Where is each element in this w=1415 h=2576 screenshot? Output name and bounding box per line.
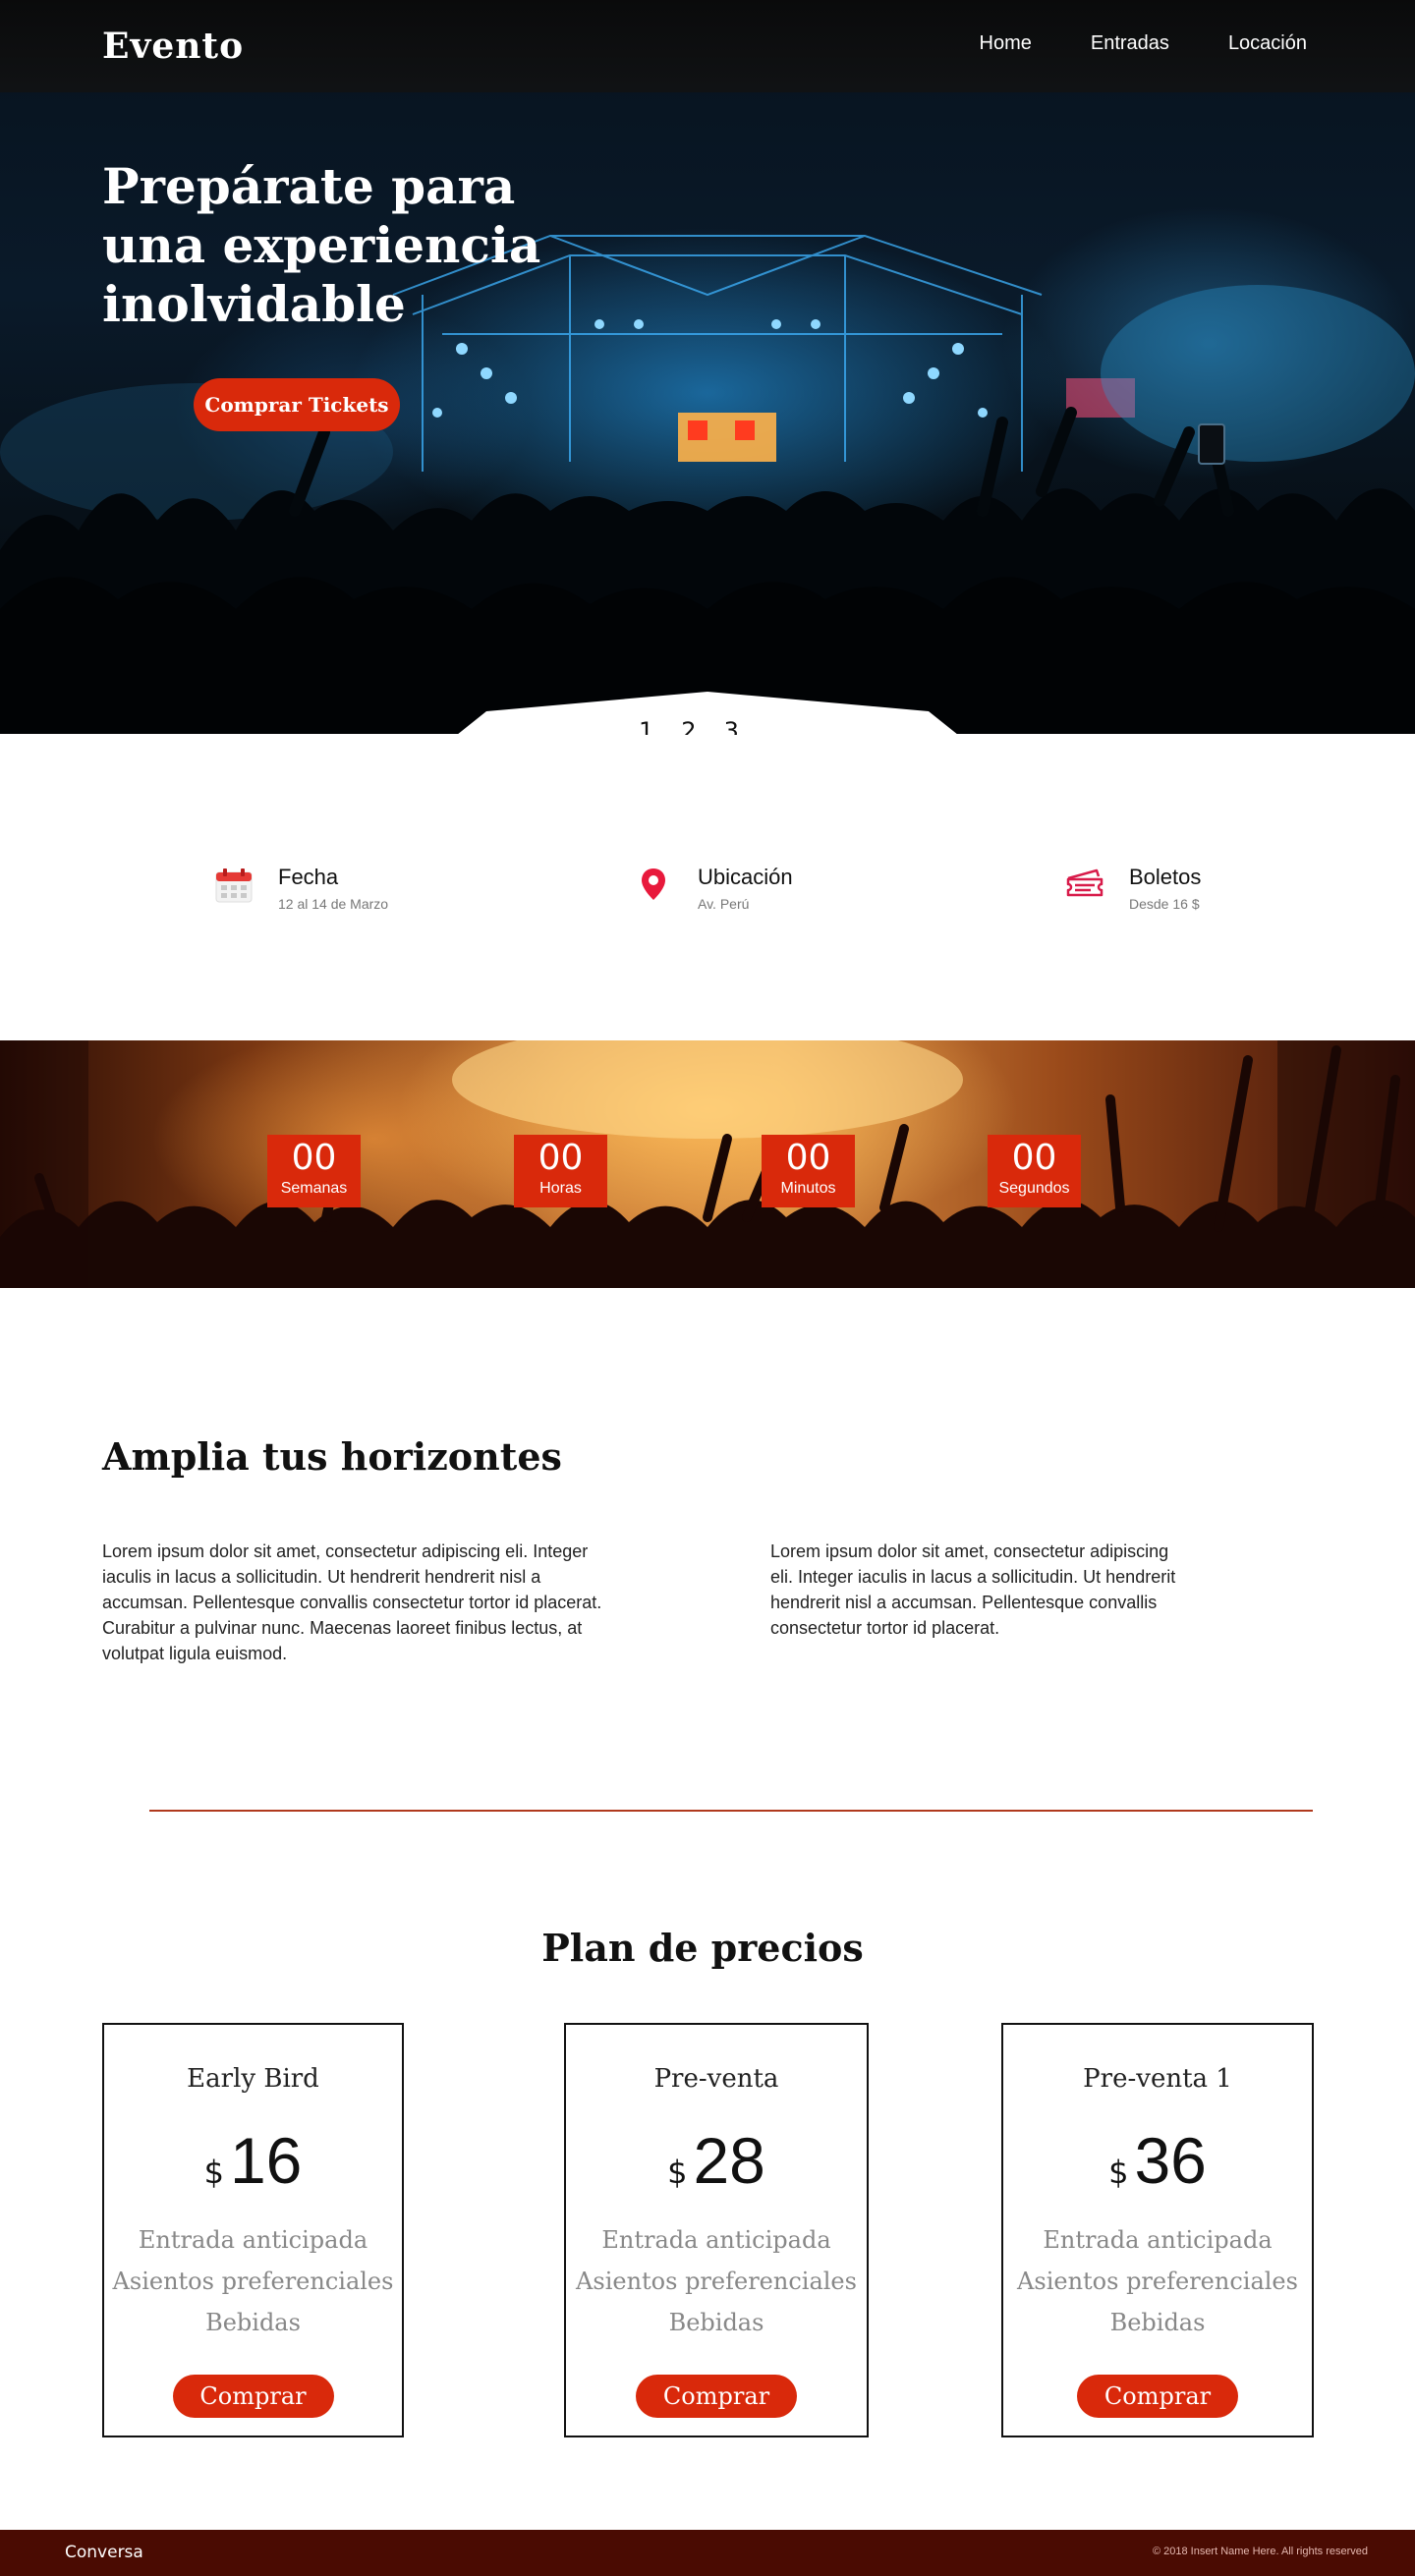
plan-price-value: 28 — [693, 2124, 765, 2197]
hero-concert-image — [0, 235, 1415, 735]
currency-symbol: $ — [1108, 2154, 1129, 2191]
about-text-right: Lorem ipsum dolor sit amet, consectetur … — [770, 1541, 1176, 1638]
buy-pre-venta-1-button[interactable]: Comprar — [1077, 2375, 1238, 2418]
plan-feature: Entrada anticipada — [601, 2226, 831, 2254]
nav-entradas[interactable]: Entradas — [1091, 32, 1169, 55]
nav-locacion[interactable]: Locación — [1228, 32, 1307, 55]
countdown-seconds-value: 00 — [1011, 1138, 1057, 1178]
info-location-value: Av. Perú — [698, 896, 750, 912]
main-nav: Home Entradas Locación — [980, 32, 1307, 55]
about-title: Amplia tus horizontes — [102, 1434, 562, 1479]
info-tickets-value: Desde 16 $ — [1129, 896, 1200, 912]
plan-features: Entrada anticipada Asientos preferencial… — [1003, 2219, 1312, 2343]
about-text-left: Lorem ipsum dolor sit amet, consectetur … — [102, 1541, 602, 1663]
countdown-minutes-value: 00 — [785, 1138, 831, 1178]
info-date-title: Fecha — [278, 865, 339, 889]
hero-title: Prepárate para una experiencia inolvidab… — [102, 157, 541, 333]
plan-feature: Entrada anticipada — [1043, 2226, 1273, 2254]
currency-symbol: $ — [203, 2154, 224, 2191]
event-info-row: Fecha 12 al 14 de Marzo Ubicación Av. Pe… — [0, 865, 1415, 943]
info-tickets: Boletos Desde 16 $ — [1065, 865, 1201, 912]
info-location: Ubicación Av. Perú — [634, 865, 793, 912]
info-date-value: 12 al 14 de Marzo — [278, 896, 389, 912]
pricing-title: Plan de precios — [541, 1926, 864, 1970]
slider-pagination: 1 2 3 — [639, 717, 766, 735]
slide-2-link[interactable]: 2 — [681, 717, 696, 735]
buy-tickets-button[interactable]: Comprar Tickets — [194, 378, 400, 431]
location-pin-icon — [642, 868, 665, 900]
plan-features: Entrada anticipada Asientos preferencial… — [104, 2219, 402, 2343]
plan-name: Pre-venta 1 — [1083, 2064, 1232, 2094]
ticket-icon — [1066, 868, 1104, 897]
countdown-weeks: 00 Semanas — [267, 1135, 361, 1207]
plan-price: $ 36 — [1003, 2123, 1312, 2198]
currency-symbol: $ — [667, 2154, 688, 2191]
plan-price-value: 36 — [1134, 2124, 1207, 2197]
countdown-hours-value: 00 — [538, 1138, 584, 1178]
plan-price: $ 16 — [104, 2123, 402, 2198]
info-tickets-title: Boletos — [1129, 865, 1202, 889]
plan-price-value: 16 — [229, 2124, 303, 2197]
countdown-weeks-value: 00 — [291, 1138, 337, 1178]
pricing-card-pre-venta-1: Pre-venta 1 $ 36 Entrada anticipada Asie… — [1001, 2023, 1314, 2437]
plan-feature: Bebidas — [205, 2309, 301, 2336]
countdown-minutes-label: Minutos — [780, 1180, 836, 1197]
buy-pre-venta-button[interactable]: Comprar — [636, 2375, 797, 2418]
countdown-minutes: 00 Minutos — [762, 1135, 855, 1207]
plan-name: Early Bird — [187, 2064, 319, 2094]
pricing-card-pre-venta: Pre-venta $ 28 Entrada anticipada Asient… — [564, 2023, 869, 2437]
plan-features: Entrada anticipada Asientos preferencial… — [566, 2219, 867, 2343]
countdown-weeks-label: Semanas — [280, 1180, 348, 1197]
section-divider — [149, 1810, 1313, 1812]
countdown-seconds: 00 Segundos — [988, 1135, 1081, 1207]
countdown-section: 00 Semanas 00 Horas 00 Minutos 00 Segund… — [0, 1040, 1415, 1288]
footer-copyright: © 2018 Insert Name Here. All rights rese… — [1152, 2546, 1368, 2557]
nav-home[interactable]: Home — [980, 32, 1032, 55]
plan-feature: Bebidas — [668, 2309, 764, 2336]
countdown-hours: 00 Horas — [514, 1135, 607, 1207]
slide-1-link[interactable]: 1 — [639, 717, 653, 735]
info-date: Fecha 12 al 14 de Marzo — [214, 865, 388, 912]
plan-feature: Asientos preferenciales — [112, 2268, 394, 2295]
footer-brand[interactable]: Conversa — [65, 2543, 143, 2562]
info-location-title: Ubicación — [698, 865, 793, 889]
countdown-hours-label: Horas — [539, 1180, 582, 1197]
plan-feature: Entrada anticipada — [138, 2226, 368, 2254]
pricing-card-early-bird: Early Bird $ 16 Entrada anticipada Asien… — [102, 2023, 404, 2437]
plan-name: Pre-venta — [653, 2064, 779, 2094]
countdown-seconds-label: Segundos — [998, 1180, 1070, 1197]
site-logo[interactable]: Evento — [102, 26, 244, 67]
countdown-crowd-image — [0, 1040, 1415, 1288]
top-navbar: Evento Home Entradas Locación — [0, 0, 1415, 92]
calendar-icon — [215, 868, 253, 903]
buy-early-bird-button[interactable]: Comprar — [172, 2375, 334, 2418]
hero-section: Evento Home Entradas Locación Prepárate … — [0, 0, 1415, 735]
plan-feature: Asientos preferenciales — [1017, 2268, 1298, 2295]
slide-3-link[interactable]: 3 — [724, 717, 739, 735]
plan-feature: Asientos preferenciales — [576, 2268, 857, 2295]
plan-price: $ 28 — [566, 2123, 867, 2198]
footer: Conversa © 2018 Insert Name Here. All ri… — [0, 2530, 1415, 2576]
plan-feature: Bebidas — [1109, 2309, 1206, 2336]
